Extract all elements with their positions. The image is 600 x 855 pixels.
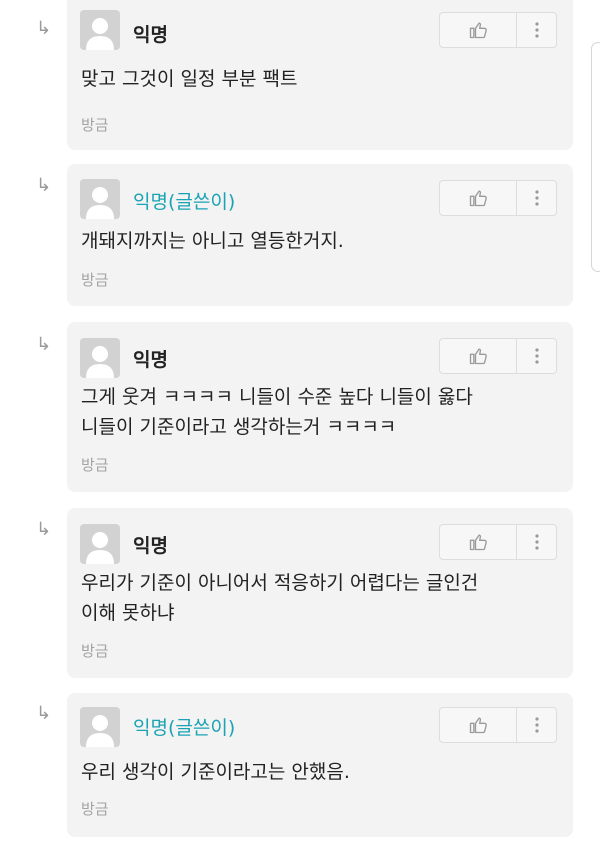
- comment-time: 방금: [81, 271, 109, 289]
- comment-time: 방금: [81, 800, 109, 818]
- comment-actions: [439, 524, 557, 560]
- comment-card: 익명 맞고 그것이 일정 부분 팩트 방금: [67, 0, 573, 150]
- more-options-button[interactable]: [517, 525, 557, 559]
- avatar: [80, 179, 120, 219]
- comment-text: 우리 생각이 기준이라고는 안했음.: [81, 761, 350, 783]
- comment-author: 익명: [133, 349, 168, 371]
- default-user-avatar-icon: [86, 346, 114, 378]
- like-button[interactable]: [440, 339, 517, 373]
- avatar: [80, 707, 120, 747]
- avatar: [80, 524, 120, 564]
- thumbs-up-icon: [469, 717, 487, 734]
- thumbs-up-icon: [469, 22, 487, 39]
- scrollbar[interactable]: [591, 42, 600, 272]
- comment-thread: ↳ 익명 맞고 그것이 일정 부분 팩트 방금 ↳ 익명(글쓴이) 개돼지까지는…: [0, 0, 600, 855]
- more-options-button[interactable]: [517, 708, 557, 742]
- comment-actions: [439, 338, 557, 374]
- more-options-button[interactable]: [517, 13, 557, 47]
- more-options-button[interactable]: [517, 339, 557, 373]
- comment-text: 개돼지까지는 아니고 열등한거지.: [81, 230, 344, 252]
- like-button[interactable]: [440, 181, 517, 215]
- more-vertical-icon: [535, 22, 539, 38]
- default-user-avatar-icon: [86, 532, 114, 564]
- avatar: [80, 10, 120, 50]
- reply-arrow-icon: ↳: [36, 703, 52, 724]
- like-button[interactable]: [440, 525, 517, 559]
- more-vertical-icon: [535, 348, 539, 364]
- comment-actions: [439, 180, 557, 216]
- default-user-avatar-icon: [86, 18, 114, 50]
- comment-text: 우리가 기준이 아니어서 적응하기 어렵다는 글인건 이해 못하냐: [81, 572, 479, 624]
- reply-arrow-icon: ↳: [36, 334, 52, 355]
- like-button[interactable]: [440, 708, 517, 742]
- comment-actions: [439, 707, 557, 743]
- thumbs-up-icon: [469, 534, 487, 551]
- comment-author: 익명: [133, 24, 168, 46]
- comment-time: 방금: [81, 642, 109, 660]
- comment-time: 방금: [81, 456, 109, 474]
- comment-card: 익명(글쓴이) 개돼지까지는 아니고 열등한거지. 방금: [67, 164, 573, 306]
- comment-card: 익명 우리가 기준이 아니어서 적응하기 어렵다는 글인건 이해 못하냐 방금: [67, 508, 573, 678]
- comment-text: 그게 웃겨 ㅋㅋㅋㅋ 니들이 수준 높다 니들이 옳다 니들이 기준이라고 생각…: [81, 386, 473, 438]
- default-user-avatar-icon: [86, 187, 114, 219]
- comment-card: 익명(글쓴이) 우리 생각이 기준이라고는 안했음. 방금: [67, 693, 573, 837]
- more-options-button[interactable]: [517, 181, 557, 215]
- comment-author-op: 익명(글쓴이): [133, 717, 236, 739]
- comment-text: 맞고 그것이 일정 부분 팩트: [81, 68, 298, 90]
- avatar: [80, 338, 120, 378]
- more-vertical-icon: [535, 190, 539, 206]
- reply-arrow-icon: ↳: [36, 18, 52, 39]
- thumbs-up-icon: [469, 348, 487, 365]
- comment-author-op: 익명(글쓴이): [133, 191, 236, 213]
- comment-card: 익명 그게 웃겨 ㅋㅋㅋㅋ 니들이 수준 높다 니들이 옳다 니들이 기준이라고…: [67, 322, 573, 492]
- reply-arrow-icon: ↳: [36, 175, 52, 196]
- comment-author: 익명: [133, 535, 168, 557]
- like-button[interactable]: [440, 13, 517, 47]
- thumbs-up-icon: [469, 190, 487, 207]
- more-vertical-icon: [535, 717, 539, 733]
- reply-arrow-icon: ↳: [36, 519, 52, 540]
- more-vertical-icon: [535, 534, 539, 550]
- comment-actions: [439, 12, 557, 48]
- default-user-avatar-icon: [86, 715, 114, 747]
- comment-time: 방금: [81, 116, 109, 134]
